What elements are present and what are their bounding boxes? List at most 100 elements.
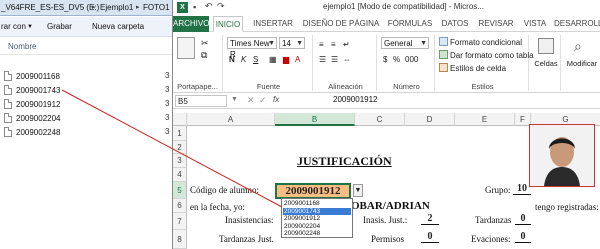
editing-group[interactable]: ⌕ Modificar xyxy=(563,35,600,91)
comma-style-icon[interactable]: 000 xyxy=(405,54,418,65)
tab-formulas[interactable]: FÓRMULAS xyxy=(386,16,434,32)
dropdown-option[interactable]: 2009002248 xyxy=(283,230,351,238)
file-icon xyxy=(4,127,12,137)
tardanzas-just-label: Tardanzas Just. xyxy=(219,234,274,244)
undo-icon[interactable]: ↶ xyxy=(205,1,213,12)
tab-diseno-pagina[interactable]: DISEÑO DE PÁGINA xyxy=(301,16,381,32)
percent-icon[interactable]: % xyxy=(393,54,400,65)
dropdown-arrow-button[interactable]: ▼ xyxy=(353,184,363,197)
conditional-format-button[interactable]: Formato condicional xyxy=(439,37,522,48)
redo-icon[interactable]: ↷ xyxy=(217,1,225,12)
currency-icon[interactable]: $ xyxy=(383,54,387,65)
dropdown-option[interactable]: 2009002204 xyxy=(283,223,351,231)
column-header[interactable]: C xyxy=(355,113,405,126)
tab-insertar[interactable]: INSERTAR xyxy=(251,16,295,32)
select-all-corner[interactable] xyxy=(173,113,187,126)
formula-bar: B5 ▼ ✕ ✓ fx 2009001912 xyxy=(173,94,600,109)
evaciones-value: 0 xyxy=(515,231,531,243)
formula-input[interactable]: 2009001912 xyxy=(333,95,378,104)
name-box[interactable]: B5 xyxy=(175,95,227,107)
underline-icon[interactable]: S xyxy=(253,54,258,65)
organize-button[interactable]: rar con xyxy=(1,21,26,33)
font-group: Times New R ▼ 14 ▼ N K S ▦ ▆ A Fuente xyxy=(225,35,313,91)
number-format-select[interactable]: General ▼ xyxy=(381,37,429,49)
cells-button-label: Celdas xyxy=(534,59,558,68)
fecha-label: en la fecha, yo: xyxy=(190,202,245,212)
tab-revisar[interactable]: REVISAR xyxy=(476,16,516,32)
column-header[interactable]: E xyxy=(455,113,515,126)
save-icon[interactable]: ▪ xyxy=(193,2,196,12)
align-left-icon[interactable]: ☰ xyxy=(319,54,326,65)
file-item[interactable]: 2009002204 xyxy=(4,112,61,125)
tab-vista[interactable]: VISTA xyxy=(521,16,549,32)
date-column-cut: 3 xyxy=(165,127,170,136)
column-header[interactable]: B xyxy=(275,113,355,126)
dropdown-option-highlighted[interactable]: 2009001743 xyxy=(283,207,351,215)
dropdown-option[interactable]: 2009001912 xyxy=(283,215,351,223)
cells-icon xyxy=(538,38,554,54)
row-header[interactable]: 2 xyxy=(173,141,187,154)
file-item[interactable]: 2009001168 xyxy=(4,70,60,83)
tab-inicio[interactable]: INICIO xyxy=(213,16,243,32)
conditional-format-icon xyxy=(439,37,448,46)
file-item[interactable]: 2009001743 xyxy=(4,84,61,97)
bold-icon[interactable]: N xyxy=(229,54,235,65)
cells-group[interactable]: Celdas xyxy=(531,35,561,91)
copy-icon[interactable]: ⧉ xyxy=(201,50,207,61)
borders-icon[interactable]: ▦ xyxy=(269,54,277,65)
breadcrumb-current[interactable]: FOTO1 xyxy=(143,2,170,14)
row-header[interactable]: 1 xyxy=(173,126,187,141)
validation-dropdown-list[interactable]: 2009001168 2009001743 2009001912 2009002… xyxy=(281,198,353,238)
selected-cell-codigo[interactable]: 2009001912 xyxy=(275,183,351,199)
format-as-table-button[interactable]: Dar formato como tabla xyxy=(439,50,534,61)
burn-button[interactable]: Grabar xyxy=(47,21,72,33)
row-header[interactable]: 3 xyxy=(173,154,187,168)
row-header[interactable]: 4 xyxy=(173,168,187,182)
row-header[interactable]: 5 xyxy=(173,182,187,199)
cut-icon[interactable]: ✂ xyxy=(201,38,209,49)
row-header[interactable]: 8 xyxy=(173,230,187,249)
person-photo-icon xyxy=(530,125,594,186)
breadcrumb-folder[interactable]: Ejemplo1 xyxy=(100,2,133,14)
file-icon xyxy=(4,113,12,123)
cancel-icon[interactable]: ✕ xyxy=(247,95,255,106)
dropdown-option[interactable]: 2009001168 xyxy=(283,200,351,208)
align-top-icon[interactable]: ≡ xyxy=(319,39,324,50)
excel-window: X ▪ ↶ ↷ ejemplo1 [Modo de compatibilidad… xyxy=(172,0,600,249)
merge-icon[interactable]: ⇔ xyxy=(343,54,351,65)
chevron-down-icon[interactable]: ▼ xyxy=(27,21,33,33)
clipboard-group-label: Portapape... xyxy=(177,82,218,91)
file-icon xyxy=(4,71,12,81)
italic-icon[interactable]: K xyxy=(241,54,246,65)
wrap-text-icon[interactable]: ↵ xyxy=(343,39,350,50)
cell-styles-button[interactable]: Estilos de celda xyxy=(439,63,506,74)
address-bar[interactable]: _V64FRE_ES-ES_DV5 (E:) ▸ Ejemplo1 ▸ FOTO… xyxy=(0,0,172,16)
file-item[interactable]: 2009002248 xyxy=(4,126,61,139)
new-folder-button[interactable]: Nueva carpeta xyxy=(92,21,144,33)
tab-desarrollador[interactable]: DESARROLLA xyxy=(554,16,600,32)
number-group-label: Número xyxy=(393,82,420,91)
paste-icon[interactable] xyxy=(177,37,195,59)
font-size-select[interactable]: 14 ▼ xyxy=(279,37,305,49)
file-item[interactable]: 2009001912 xyxy=(4,98,61,111)
align-center-icon[interactable]: ☰ xyxy=(331,54,338,65)
insert-function-icon[interactable]: fx xyxy=(273,95,279,104)
student-name: OBAR/ADRIAN xyxy=(351,200,430,212)
name-column-header[interactable]: Nombre xyxy=(8,42,36,51)
fill-color-icon[interactable]: ▆ xyxy=(283,54,289,65)
align-middle-icon[interactable]: ≡ xyxy=(331,39,336,50)
column-header[interactable]: A xyxy=(187,113,275,126)
row-header[interactable]: 6 xyxy=(173,199,187,213)
confirm-icon[interactable]: ✓ xyxy=(259,95,267,106)
breadcrumb-drive[interactable]: _V64FRE_ES-ES_DV5 (E:) xyxy=(1,2,99,14)
font-color-icon[interactable]: A xyxy=(295,54,300,65)
font-name-select[interactable]: Times New R ▼ xyxy=(227,37,277,59)
inasis-just-label: Inasis. Just.: xyxy=(363,215,408,225)
tab-datos[interactable]: DATOS xyxy=(439,16,471,32)
modify-button-label: Modificar xyxy=(566,59,598,68)
sheet-heading: JUSTIFICACIÓN xyxy=(297,154,392,168)
tab-archivo[interactable]: ARCHIVO xyxy=(173,16,209,32)
column-header[interactable]: D xyxy=(405,113,455,126)
chevron-down-icon[interactable]: ▼ xyxy=(231,96,238,103)
row-header[interactable]: 7 xyxy=(173,213,187,230)
